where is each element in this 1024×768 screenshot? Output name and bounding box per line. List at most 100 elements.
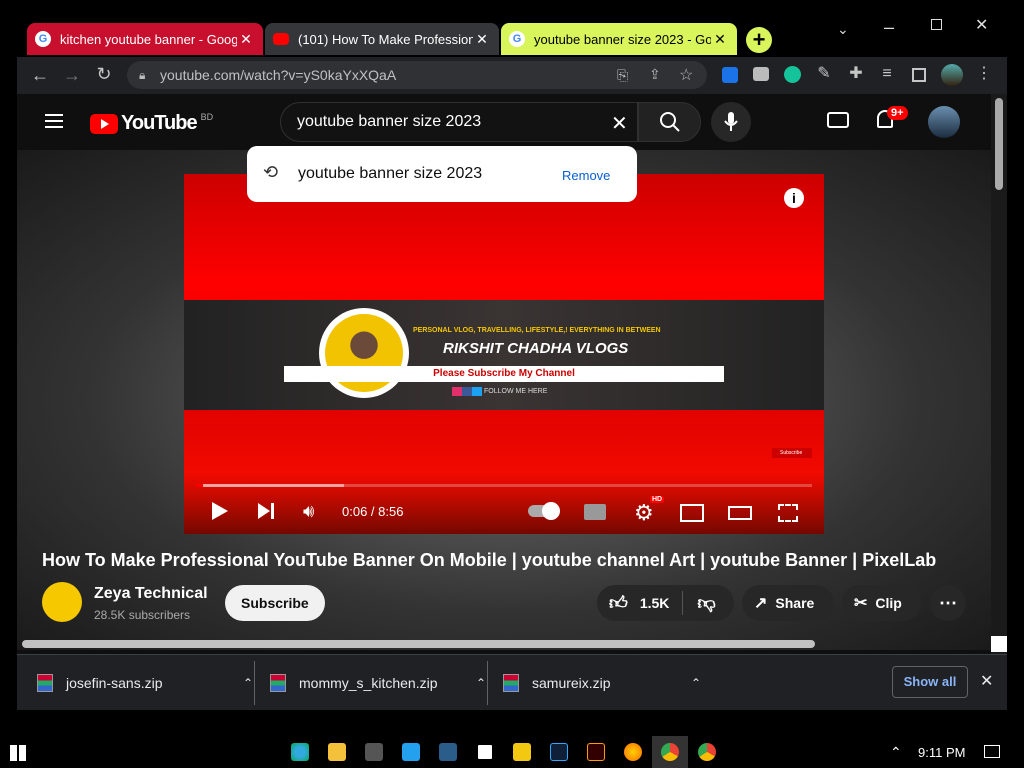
share-label: Share: [775, 595, 815, 611]
dislike-icon[interactable]: 👎︎: [697, 592, 715, 614]
reload-icon[interactable]: ↻: [94, 65, 114, 83]
install-icon[interactable]: ⎘: [617, 67, 628, 84]
close-tab-icon[interactable]: ✕: [711, 31, 729, 48]
remove-suggestion-link[interactable]: Remove: [562, 168, 610, 183]
pycharm-icon[interactable]: [476, 743, 494, 761]
share-page-icon[interactable]: ⇪: [649, 66, 661, 83]
url-text: youtube.com/watch?v=yS0kaYxXQaA: [160, 67, 397, 83]
subtitles-icon[interactable]: [584, 504, 606, 520]
extension-translate-icon[interactable]: [722, 67, 738, 83]
channel-avatar[interactable]: [42, 582, 82, 622]
archive-icon: [37, 674, 53, 692]
search-suggestion[interactable]: ⟲ youtube banner size 2023 Remove: [247, 146, 637, 202]
progress-bar[interactable]: [196, 484, 812, 487]
video-title: How To Make Professional YouTube Banner …: [42, 550, 937, 570]
chevron-up-icon[interactable]: ⌃: [476, 676, 486, 690]
like-count[interactable]: 1.5K: [640, 595, 670, 611]
video-player[interactable]: i PERSONAL VLOG, TRAVELLING, LIFESTYLE,!…: [184, 174, 824, 534]
search-input[interactable]: youtube banner size 2023 ✕: [280, 102, 638, 142]
chevron-up-icon[interactable]: ⌃: [691, 676, 701, 690]
download-item[interactable]: samureix.zip ⌃: [503, 655, 703, 711]
notifications-icon[interactable]: [984, 745, 1000, 758]
grammarly-icon[interactable]: [784, 66, 801, 83]
minimize-icon[interactable]: –: [884, 17, 894, 38]
share-button[interactable]: ↗ Share: [742, 585, 834, 621]
vertical-scrollbar-track: [991, 94, 1007, 654]
back-icon[interactable]: ←: [30, 66, 50, 84]
search-icon: [660, 112, 680, 132]
firefox-icon[interactable]: [624, 743, 642, 761]
show-all-button[interactable]: Show all: [892, 666, 968, 698]
close-downloads-icon[interactable]: ✕: [980, 671, 993, 691]
windows-start-icon[interactable]: [10, 745, 26, 761]
tab-title: kitchen youtube banner - Google: [60, 31, 237, 47]
maximize-icon[interactable]: [931, 19, 942, 30]
side-panel-icon[interactable]: [912, 68, 926, 82]
chrome-icon[interactable]: [698, 743, 716, 761]
close-window-icon[interactable]: ✕: [975, 15, 988, 35]
address-bar[interactable]: 🔒︎ youtube.com/watch?v=yS0kaYxXQaA ⎘ ⇪ ☆: [127, 61, 707, 89]
youtube-logo[interactable]: YouTube BD: [90, 112, 213, 135]
tab-banner-size[interactable]: G youtube banner size 2023 - Goo ✕: [501, 23, 737, 55]
tray-chevron-up-icon[interactable]: ⌃: [890, 744, 902, 761]
chrome-menu-icon[interactable]: ⋮: [974, 66, 994, 82]
video-banner: PERSONAL VLOG, TRAVELLING, LIFESTYLE,! E…: [184, 300, 824, 410]
chrome-icon[interactable]: [661, 743, 679, 761]
eyedropper-icon[interactable]: ✎: [814, 66, 834, 82]
voice-search-button[interactable]: [711, 102, 751, 142]
theater-mode-icon[interactable]: [728, 506, 752, 520]
close-tab-icon[interactable]: ✕: [237, 31, 255, 48]
download-item[interactable]: mommy_s_kitchen.zip ⌃: [270, 655, 488, 711]
media-queue-icon[interactable]: ≡: [877, 66, 897, 82]
vscode-icon[interactable]: [402, 743, 420, 761]
clip-button[interactable]: ✂ Clip: [842, 585, 921, 621]
new-tab-button[interactable]: +: [746, 27, 772, 53]
photoshop-icon[interactable]: [550, 743, 568, 761]
volume-icon[interactable]: 🔊︎: [303, 501, 314, 522]
extensions-puzzle-icon[interactable]: ✚: [846, 66, 866, 82]
profile-avatar[interactable]: [941, 64, 963, 86]
powerbi-icon[interactable]: [513, 743, 531, 761]
download-filename: josefin-sans.zip: [66, 675, 163, 691]
search-button[interactable]: [638, 102, 701, 142]
next-icon[interactable]: [258, 503, 274, 524]
microphone-icon: [724, 112, 738, 131]
banner-profile-photo: [319, 308, 409, 398]
illustrator-icon[interactable]: [587, 743, 605, 761]
logo-text: YouTube: [121, 112, 198, 134]
youtube-header: YouTube BD youtube banner size 2023 ✕ 9+: [17, 94, 991, 150]
chevron-up-icon[interactable]: ⌃: [243, 676, 253, 690]
bookmark-star-icon[interactable]: ☆: [679, 65, 693, 85]
horizontal-scrollbar[interactable]: [22, 640, 815, 648]
google-icon: G: [35, 31, 51, 47]
app-icon[interactable]: [439, 743, 457, 761]
info-icon[interactable]: i: [784, 188, 804, 208]
account-avatar[interactable]: [928, 106, 960, 138]
create-video-icon[interactable]: [827, 112, 849, 128]
file-explorer-icon[interactable]: [328, 743, 346, 761]
download-item[interactable]: josefin-sans.zip ⌃: [37, 655, 255, 711]
edge-icon[interactable]: [291, 743, 309, 761]
tab-kitchen-youtube-banner[interactable]: G kitchen youtube banner - Google ✕: [27, 23, 263, 55]
like-icon[interactable]: 👍︎: [609, 592, 628, 614]
youtube-page: YouTube BD youtube banner size 2023 ✕ 9+…: [17, 94, 991, 654]
app-icon[interactable]: [365, 743, 383, 761]
more-actions-button[interactable]: ⋯: [930, 585, 966, 621]
miniplayer-icon[interactable]: [680, 504, 704, 522]
tab-search-icon[interactable]: ⌄: [837, 21, 849, 38]
settings-gear-icon[interactable]: ⚙: [634, 500, 654, 526]
autoplay-toggle[interactable]: [528, 502, 560, 520]
subscribe-button[interactable]: Subscribe: [225, 585, 325, 621]
region-code: BD: [200, 111, 214, 122]
forward-icon[interactable]: →: [62, 66, 82, 84]
channel-name[interactable]: Zeya Technical: [94, 585, 208, 603]
play-icon[interactable]: [212, 502, 228, 520]
clear-search-icon[interactable]: ✕: [611, 111, 628, 136]
close-tab-icon[interactable]: ✕: [473, 31, 491, 48]
tab-youtube-video[interactable]: (101) How To Make Professional ✕: [265, 23, 499, 55]
fullscreen-icon[interactable]: [778, 504, 798, 522]
suggestion-text: youtube banner size 2023: [298, 165, 483, 182]
menu-icon[interactable]: [45, 114, 63, 116]
camera-extension-icon[interactable]: [753, 67, 769, 81]
vertical-scrollbar-thumb[interactable]: [995, 98, 1003, 190]
